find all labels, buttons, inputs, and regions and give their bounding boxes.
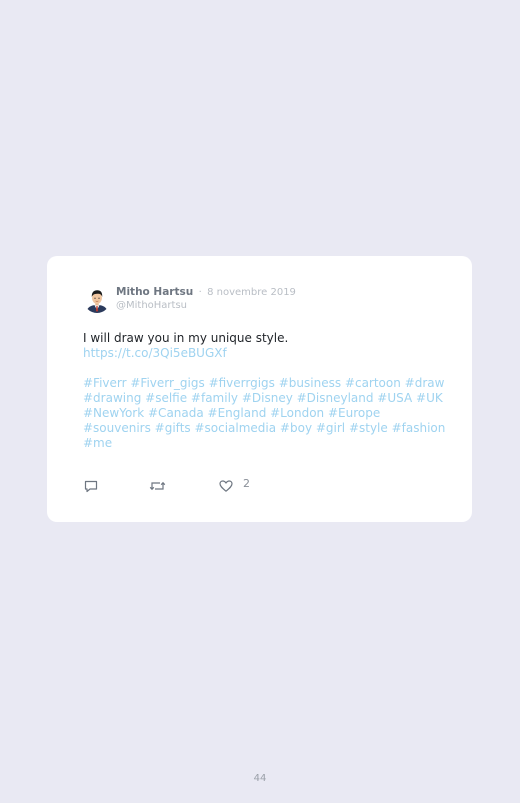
hashtag-line[interactable]: #me — [83, 436, 431, 451]
hashtag-line[interactable]: #souvenirs #gifts #socialmedia #boy #gir… — [83, 421, 445, 436]
tweet-date[interactable]: 8 novembre 2019 — [207, 287, 296, 298]
hashtag-line[interactable]: #Fiverr #Fiverr_gigs #fiverrgigs #busine… — [83, 376, 444, 391]
retweet-button[interactable] — [149, 478, 166, 494]
like-count: 2 — [243, 477, 250, 490]
heart-icon — [219, 480, 233, 492]
separator-dot: · — [198, 287, 202, 298]
author-handle[interactable]: @MithoHartsu — [116, 299, 187, 312]
avatar[interactable] — [84, 287, 110, 313]
author-line: Mitho Hartsu · 8 novembre 2019 — [116, 286, 296, 299]
page-number: 44 — [253, 773, 267, 784]
tweet-text: I will draw you in my unique style. — [83, 331, 289, 345]
retweet-icon — [149, 481, 166, 491]
hashtag-line[interactable]: #drawing #selfie #family #Disney #Disney… — [83, 391, 443, 406]
like-button[interactable]: 2 — [218, 477, 250, 494]
author-name[interactable]: Mitho Hartsu — [116, 286, 193, 298]
tweet-link[interactable]: https://t.co/3Qi5eBUGXf — [83, 346, 227, 361]
avatar-illustration — [84, 287, 110, 313]
tweet-card: Mitho Hartsu · 8 novembre 2019 @MithoHar… — [47, 256, 472, 522]
reply-icon — [84, 480, 98, 493]
hashtag-block: #Fiverr #Fiverr_gigs #fiverrgigs #busine… — [83, 376, 445, 451]
hashtag-line[interactable]: #NewYork #Canada #England #London #Europ… — [83, 406, 431, 421]
reply-button[interactable] — [83, 478, 99, 494]
